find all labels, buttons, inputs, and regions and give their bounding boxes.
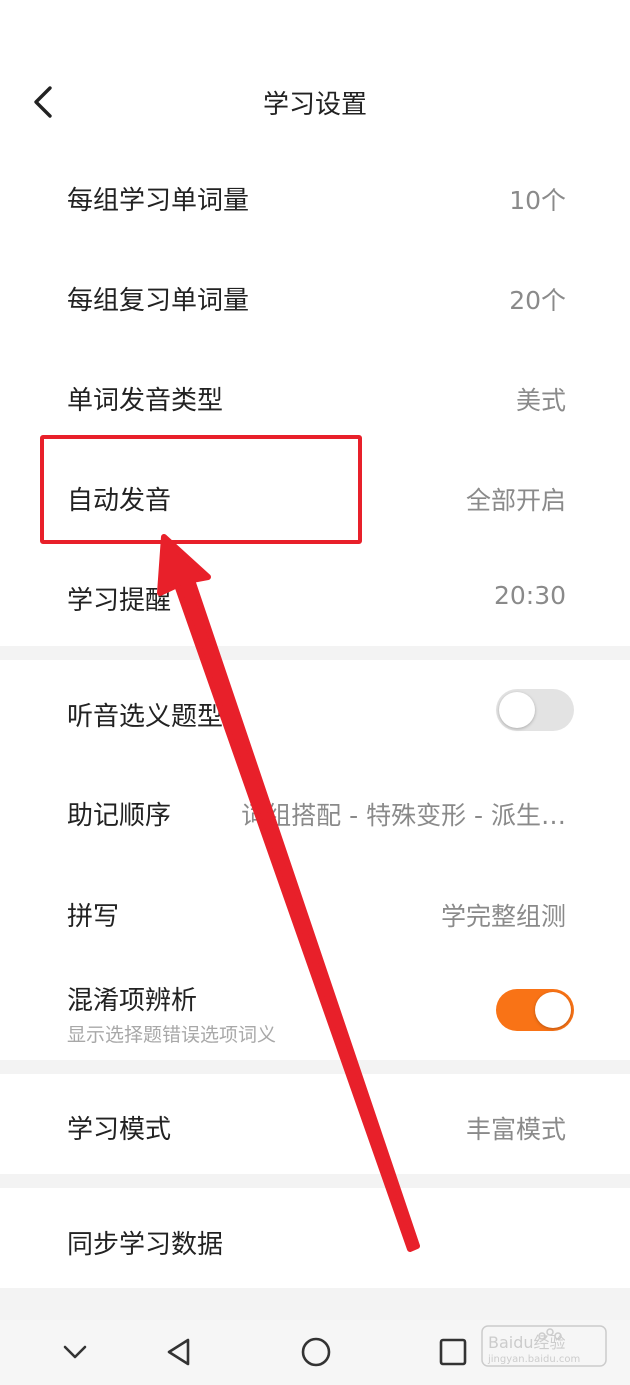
setting-label: 同步学习数据 [67, 1230, 224, 1260]
home-circle-icon[interactable] [298, 1334, 334, 1370]
header: 学习设置 [0, 0, 630, 150]
setting-value: 学完整组测 [440, 902, 566, 931]
toggle-knob [535, 992, 571, 1028]
setting-label: 助记顺序 [67, 801, 172, 831]
settings-group-quiz: 听音选义题型 助记顺序 词组搭配 - 特殊变形 - 派生… 拼写 学完整组测 混… [0, 660, 630, 1060]
setting-row-daily-review-count[interactable]: 每组复习单词量 20个 [0, 250, 630, 350]
recents-square-icon[interactable] [435, 1334, 471, 1370]
setting-label: 听音选义题型 [67, 702, 224, 732]
setting-value: 词组搭配 - 特殊变形 - 派生… [241, 801, 566, 830]
setting-label: 每组学习单词量 [67, 186, 250, 216]
setting-value: 10个 [509, 186, 566, 215]
setting-label: 学习模式 [67, 1115, 172, 1145]
setting-label: 拼写 [67, 902, 120, 932]
setting-row-spelling[interactable]: 拼写 学完整组测 [0, 860, 630, 960]
setting-value: 20个 [509, 286, 566, 315]
setting-row-study-reminder[interactable]: 学习提醒 20:30 [0, 550, 630, 650]
page-title: 学习设置 [262, 90, 367, 120]
settings-group-basic: 每组学习单词量 10个 每组复习单词量 20个 单词发音类型 美式 自动发音 全… [0, 150, 630, 646]
annotation-highlight-box [40, 435, 362, 544]
setting-label: 混淆项辨析 [67, 986, 198, 1016]
setting-value: 20:30 [493, 581, 566, 610]
setting-row-listening-quiz: 听音选义题型 [0, 660, 630, 760]
setting-label: 学习提醒 [67, 586, 172, 616]
settings-group-sync: 同步学习数据 [0, 1188, 630, 1288]
setting-value: 全部开启 [465, 486, 566, 515]
setting-subtitle: 显示选择题错误选项词义 [67, 1024, 277, 1046]
setting-label: 单词发音类型 [67, 386, 224, 416]
setting-row-confusion-analysis: 混淆项辨析 显示选择题错误选项词义 [0, 960, 630, 1060]
setting-row-daily-learn-count[interactable]: 每组学习单词量 10个 [0, 150, 630, 250]
setting-value: 丰富模式 [465, 1115, 566, 1144]
setting-label: 每组复习单词量 [67, 286, 250, 316]
toggle-knob [499, 692, 535, 728]
chevron-down-icon[interactable] [57, 1334, 93, 1370]
back-triangle-icon[interactable] [161, 1334, 197, 1370]
setting-row-study-mode[interactable]: 学习模式 丰富模式 [0, 1074, 630, 1174]
settings-group-mode: 学习模式 丰富模式 [0, 1074, 630, 1174]
setting-row-sync-data[interactable]: 同步学习数据 [0, 1188, 630, 1288]
watermark-brand: Baidu经验 [488, 1333, 566, 1352]
listening-quiz-toggle[interactable] [496, 689, 574, 731]
watermark-url: jingyan.baidu.com [487, 1354, 580, 1365]
baidu-jingyan-watermark: Baidu经验 jingyan.baidu.com [481, 1325, 607, 1367]
confusion-analysis-toggle[interactable] [496, 989, 574, 1031]
setting-row-mnemonic-order[interactable]: 助记顺序 词组搭配 - 特殊变形 - 派生… [0, 760, 630, 860]
setting-value: 美式 [515, 386, 566, 415]
